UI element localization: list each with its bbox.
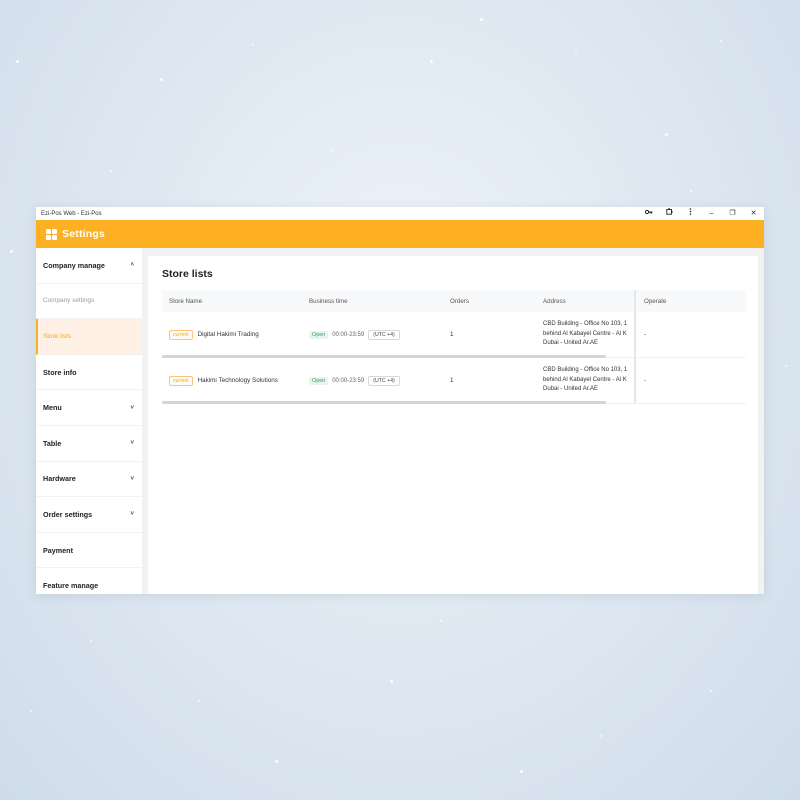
page-body: Company manage ˄ Company settings Store … [36, 248, 764, 594]
close-button[interactable]: ✕ [743, 207, 764, 220]
sidebar-item-label: Company manage [43, 260, 105, 270]
timezone-badge: (UTC +4) [368, 329, 400, 340]
address-line: behind Al Kabayel Centre - Al K [543, 376, 627, 383]
address-line: Dubai - United Ar.AE [543, 340, 599, 347]
sidebar-item-label: Hardware [43, 474, 76, 484]
current-tag: current [169, 375, 193, 386]
sidebar-item-store-info[interactable]: Store info [36, 355, 142, 391]
current-tag: current [169, 329, 193, 340]
status-badge: Open [309, 376, 329, 385]
more-vertical-icon[interactable] [680, 207, 701, 220]
sidebar-item-company-manage[interactable]: Company manage ˄ [36, 248, 142, 284]
sidebar-item-label: Menu [43, 403, 62, 413]
address-line: behind Al Kabayel Centre - Al K [543, 330, 627, 337]
chevron-down-icon: ˅ [130, 511, 134, 518]
sidebar-item-label: Feature manage [43, 581, 99, 591]
header-operate: Operate [634, 290, 746, 312]
window-controls: – ❐ ✕ [638, 207, 764, 220]
app-header: Settings [36, 220, 764, 248]
sidebar-item-company-settings[interactable]: Company settings [36, 284, 142, 320]
address-line: CBD Building - Office No 103, 1 [543, 367, 628, 374]
window-titlebar: Ezi-Pos Web - Ezi-Pos – ❐ ✕ [36, 207, 764, 220]
chevron-down-icon: ˅ [130, 440, 134, 447]
sidebar-item-table[interactable]: Table ˅ [36, 426, 142, 462]
header-store-name: Store Name [169, 297, 203, 305]
sidebar-item-menu[interactable]: Menu ˅ [36, 390, 142, 426]
store-address: CBD Building - Office No 103, 1 behind A… [536, 366, 634, 395]
store-address: CBD Building - Office No 103, 1 behind A… [536, 320, 634, 349]
chevron-down-icon: ˅ [130, 404, 134, 411]
sidebar-item-feature-manage[interactable]: Feature manage [36, 568, 142, 594]
sidebar-item-label: Table [43, 438, 62, 448]
sidebar-item-hardware[interactable]: Hardware ˅ [36, 462, 142, 498]
sidebar-item-label: Store info [43, 367, 77, 377]
timezone-badge: (UTC +4) [368, 375, 400, 386]
store-table: Store Name Business time Orders Address … [162, 290, 746, 404]
chevron-down-icon: ˅ [130, 475, 134, 482]
table-row[interactable]: current Hakimi Technology Solutions Open… [162, 358, 746, 404]
sidebar-item-store-lists[interactable]: Store lists [36, 319, 142, 355]
business-hours: 00:00-23:59 [332, 377, 365, 384]
store-name: Hakimi Technology Solutions [197, 377, 278, 384]
store-name: Digital Hakimi Trading [197, 331, 259, 338]
app-window: Ezi-Pos Web - Ezi-Pos – ❐ ✕ Settings Com… [36, 207, 764, 594]
address-line: CBD Building - Office No 103, 1 [543, 321, 628, 328]
horizontal-scrollbar[interactable] [162, 401, 606, 404]
operate-cell: - [634, 358, 746, 403]
status-badge: Open [309, 330, 329, 339]
header-title: Settings [62, 228, 106, 240]
sidebar-item-label: Payment [43, 545, 73, 555]
order-count: 1 [450, 377, 454, 384]
sidebar-item-label: Company settings [43, 297, 95, 305]
header-address: Address [543, 297, 566, 305]
sidebar-item-order-settings[interactable]: Order settings ˅ [36, 497, 142, 533]
header-business-time: Business time [309, 297, 348, 305]
business-hours: 00:00-23:59 [332, 331, 365, 338]
sidebar-item-label: Order settings [43, 509, 93, 519]
settings-sidebar: Company manage ˄ Company settings Store … [36, 248, 142, 594]
window-title: Ezi-Pos Web - Ezi-Pos [41, 210, 102, 217]
key-icon[interactable] [638, 207, 659, 220]
puzzle-icon[interactable] [659, 207, 680, 220]
table-header: Store Name Business time Orders Address … [162, 290, 746, 312]
sidebar-item-label: Store lists [43, 332, 72, 340]
table-row[interactable]: current Digital Hakimi Trading Open 00:0… [162, 312, 746, 358]
restore-button[interactable]: ❐ [722, 207, 743, 220]
operate-cell: - [634, 312, 746, 357]
page-title: Store lists [162, 268, 213, 280]
minimize-button[interactable]: – [701, 207, 722, 220]
main-content: Store lists Store Name Business time Ord… [148, 256, 758, 594]
sidebar-item-payment[interactable]: Payment [36, 533, 142, 569]
address-line: Dubai - United Ar.AE [543, 386, 599, 393]
order-count: 1 [450, 331, 454, 338]
header-orders: Orders [450, 297, 469, 305]
apps-grid-icon[interactable] [46, 228, 57, 240]
chevron-up-icon: ˄ [130, 262, 134, 269]
